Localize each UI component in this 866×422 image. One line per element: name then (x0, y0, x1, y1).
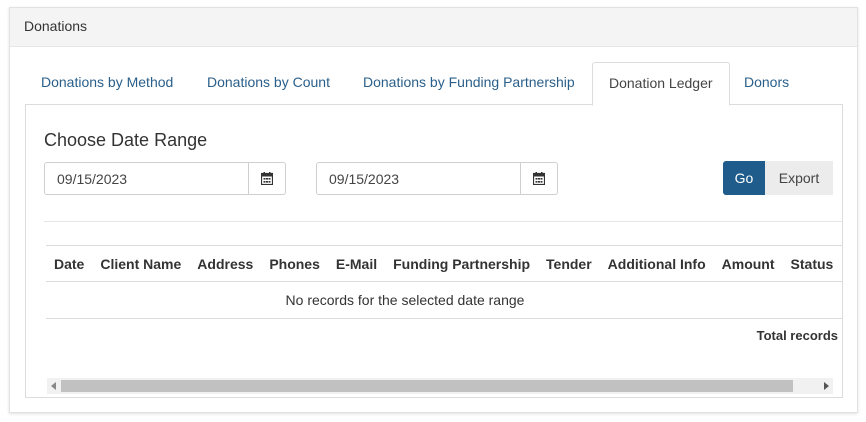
end-date-input[interactable] (316, 162, 521, 195)
empty-row: No records for the selected date range (46, 281, 842, 319)
scroll-left-icon[interactable] (51, 382, 56, 390)
export-button[interactable]: Export (765, 161, 833, 195)
ledger-table: Date Client Name Address Phones E-Mail F… (46, 245, 842, 319)
empty-message: No records for the selected date range (46, 281, 842, 319)
calendar-icon (533, 172, 545, 185)
start-date-calendar-button[interactable] (249, 162, 286, 195)
tab-donations-by-count[interactable]: Donations by Count (191, 62, 346, 105)
ledger-table-container: Date Client Name Address Phones E-Mail F… (46, 245, 842, 375)
column-header-email[interactable]: E-Mail (327, 245, 386, 282)
column-header-date[interactable]: Date (46, 245, 93, 282)
tab-donations-by-method[interactable]: Donations by Method (25, 62, 189, 105)
go-button[interactable]: Go (723, 161, 765, 195)
panel-title: Donations (10, 8, 857, 47)
column-header-address[interactable]: Address (189, 245, 262, 282)
horizontal-scrollbar[interactable] (47, 378, 833, 394)
tab-donations-by-funding-partnership[interactable]: Donations by Funding Partnership (347, 62, 591, 105)
scroll-right-icon[interactable] (824, 382, 829, 390)
donations-panel: Donations Donations by Method Donations … (9, 7, 858, 413)
column-header-phones[interactable]: Phones (261, 245, 328, 282)
column-header-status[interactable]: Status (782, 245, 842, 282)
divider (44, 221, 842, 222)
tab-bar: Donations by Method Donations by Count D… (25, 62, 843, 106)
column-header-additional-info[interactable]: Additional Info (599, 245, 714, 282)
end-date-calendar-button[interactable] (521, 162, 558, 195)
column-header-amount[interactable]: Amount (713, 245, 783, 282)
total-records-label: Total records (756, 328, 838, 343)
scroll-thumb[interactable] (61, 380, 793, 392)
date-range-title: Choose Date Range (44, 130, 208, 150)
start-date-input[interactable] (44, 162, 249, 195)
tab-donors[interactable]: Donors (728, 62, 805, 105)
calendar-icon (261, 172, 273, 185)
tab-donation-ledger[interactable]: Donation Ledger (592, 62, 730, 106)
end-date-group (316, 162, 558, 195)
column-header-funding-partnership[interactable]: Funding Partnership (385, 245, 539, 282)
column-header-tender[interactable]: Tender (538, 245, 600, 282)
column-header-client-name[interactable]: Client Name (92, 245, 190, 282)
table-header-row: Date Client Name Address Phones E-Mail F… (46, 245, 842, 282)
donation-ledger-content: Choose Date Range 09/15/2023 09/15/2023 … (25, 104, 843, 398)
column-header-notes[interactable]: No (841, 245, 842, 282)
start-date-group (44, 162, 286, 195)
